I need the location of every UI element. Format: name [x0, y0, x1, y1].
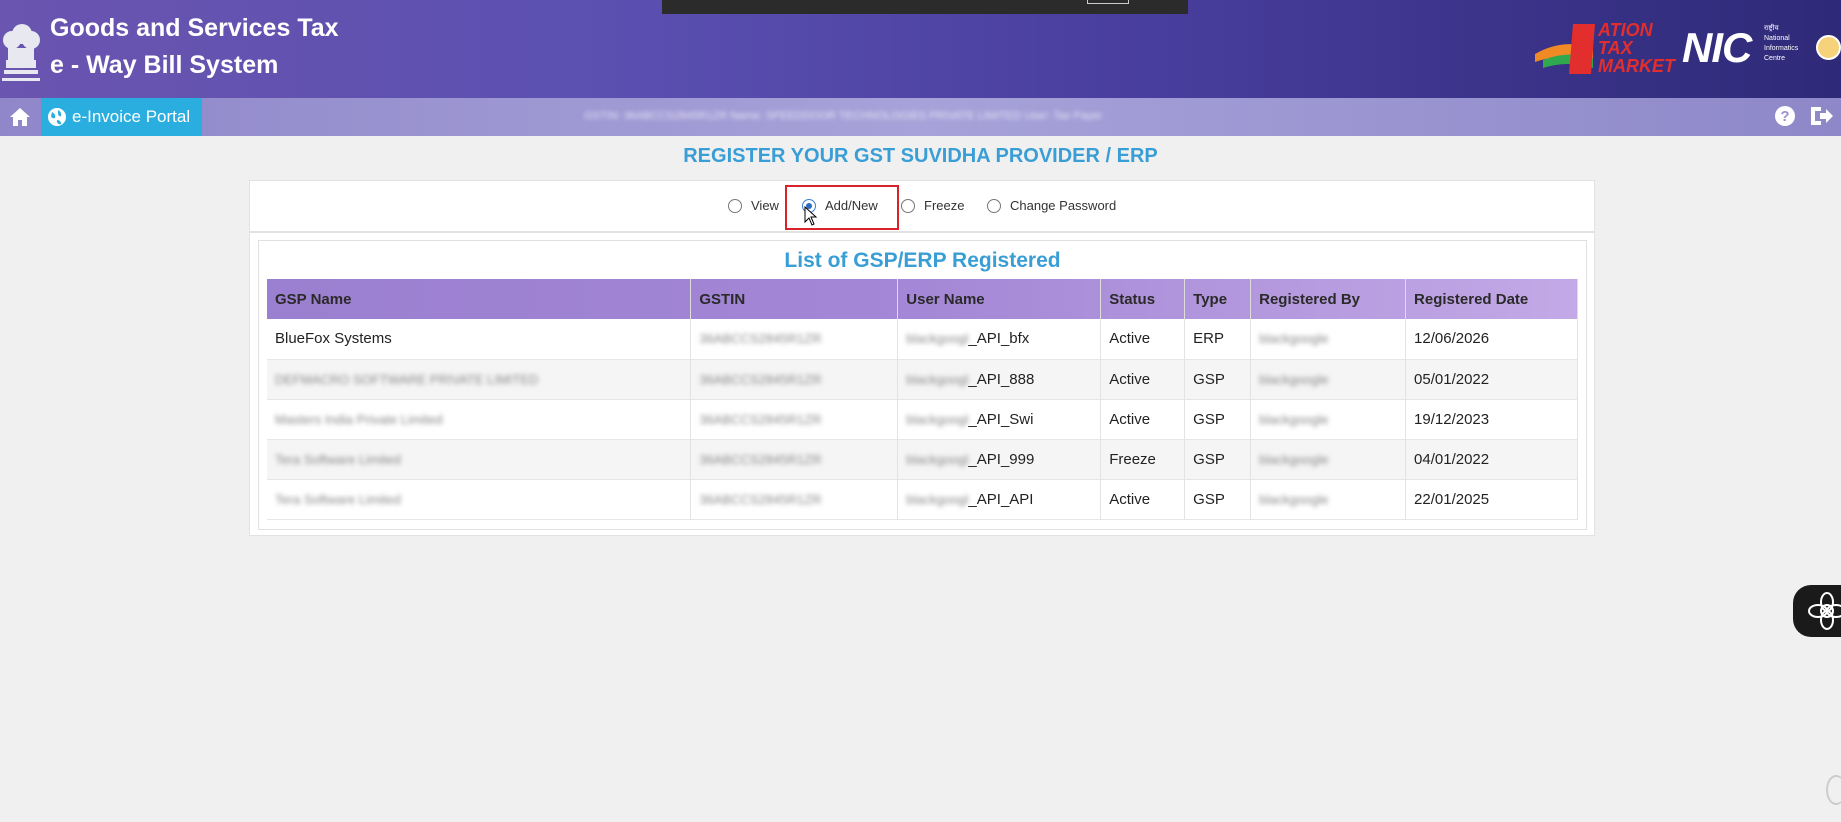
column-header[interactable]: Registered Date: [1405, 279, 1578, 319]
user-name-suffix: _API_Swi: [968, 410, 1034, 428]
table-row[interactable]: Tera Software Limited 36ABCCS2845R1ZR bl…: [267, 479, 1578, 520]
gstin-cell: 36ABCCS2845R1ZR: [690, 319, 899, 360]
registered-date-cell: 22/01/2025: [1405, 479, 1578, 520]
floating-assistant-button[interactable]: [1793, 585, 1841, 637]
status-cell: Active: [1100, 399, 1186, 440]
logout-icon[interactable]: [1808, 104, 1834, 128]
registered-by-cell: blackgoogle: [1250, 319, 1407, 360]
einvoice-portal-button[interactable]: e-Invoice Portal: [41, 98, 202, 136]
type-cell: GSP: [1184, 359, 1252, 400]
ntm-logo-text: ATION TAX MARKET: [1598, 20, 1675, 76]
gstin-cell: 36ABCCS2845R1ZR: [690, 439, 899, 480]
type-cell: GSP: [1184, 439, 1252, 480]
column-header[interactable]: Status: [1100, 279, 1186, 319]
user-name-prefix: blackgoogl: [906, 451, 969, 467]
help-icon[interactable]: ?: [1773, 104, 1797, 128]
user-name-cell: blackgoogl_API_bfx: [897, 319, 1102, 360]
corner-widget-edge: [1826, 775, 1841, 805]
registered-by-cell: blackgoogle: [1250, 399, 1407, 440]
user-name-prefix: blackgoogl: [906, 411, 969, 427]
user-name-suffix: _API_888: [968, 370, 1035, 388]
radio-change-password[interactable]: Change Password: [987, 198, 1116, 213]
navbar: e-Invoice Portal GSTIN: 36ABCCS2845R1ZR …: [0, 98, 1841, 136]
user-name-prefix: blackgoogl: [906, 371, 969, 387]
type-cell: ERP: [1184, 319, 1252, 360]
gsp-table: GSP Name GSTIN User Name Status Type Reg…: [267, 279, 1578, 520]
screen-recorder-bar: [662, 0, 1188, 14]
registered-by-cell: blackgoogle: [1250, 359, 1407, 400]
radio-view[interactable]: View: [728, 198, 779, 213]
table-header-row: GSP Name GSTIN User Name Status Type Reg…: [267, 279, 1578, 319]
gsp-name-cell: BlueFox Systems: [267, 319, 692, 360]
gstin-cell: 36ABCCS2845R1ZR: [690, 359, 899, 400]
gstin-cell: 36ABCCS2845R1ZR: [690, 399, 899, 440]
column-header[interactable]: GSP Name: [267, 279, 692, 319]
user-name-prefix: blackgoogl: [906, 491, 969, 507]
registered-date-cell: 05/01/2022: [1405, 359, 1578, 400]
portal-label: e-Invoice Portal: [72, 107, 191, 126]
gsp-name-cell: DEFMACRO SOFTWARE PRIVATE LIMITED: [267, 359, 692, 400]
flower-icon: [1808, 592, 1841, 630]
globe-icon: [48, 108, 66, 126]
radio-label: View: [751, 198, 779, 213]
radio-label: Freeze: [924, 198, 965, 213]
avatar[interactable]: [1816, 35, 1841, 60]
national-emblem-icon: [2, 24, 40, 81]
table-row[interactable]: Masters India Private Limited 36ABCCS284…: [267, 399, 1578, 440]
user-info: GSTIN: 36ABCCS2845R1ZR Name: SPEEDDOOR T…: [584, 110, 1103, 122]
page-title: REGISTER YOUR GST SUVIDHA PROVIDER / ERP: [683, 145, 1158, 167]
column-header[interactable]: GSTIN: [690, 279, 899, 319]
gstin-cell: 36ABCCS2845R1ZR: [690, 479, 899, 520]
gsp-name-cell: Tera Software Limited: [267, 479, 692, 520]
app-title-line1: Goods and Services Tax: [50, 14, 339, 42]
svg-text:?: ?: [1780, 108, 1789, 125]
user-name-cell: blackgoogl_API_API: [897, 479, 1102, 520]
user-name-cell: blackgoogl_API_Swi: [897, 399, 1102, 440]
registered-date-cell: 19/12/2023: [1405, 399, 1578, 440]
nic-logo: NIC: [1682, 24, 1752, 71]
highlight-box: [785, 185, 899, 230]
user-name-cell: blackgoogl_API_999: [897, 439, 1102, 480]
registered-by-cell: blackgoogle: [1250, 479, 1407, 520]
column-header[interactable]: Type: [1184, 279, 1252, 319]
user-name-suffix: _API_999: [968, 450, 1035, 468]
radio-label: Change Password: [1010, 198, 1117, 213]
radio-circle[interactable]: [987, 198, 1001, 213]
type-cell: GSP: [1184, 479, 1252, 520]
status-cell: Active: [1100, 479, 1186, 520]
gsp-name-cell: Tera Software Limited: [267, 439, 692, 480]
user-name-suffix: _API_bfx: [968, 330, 1030, 348]
nic-logo-caption: राष्ट्रीय National Informatics Centre: [1764, 25, 1799, 62]
registered-by-cell: blackgoogle: [1250, 439, 1407, 480]
app-title-line2: e - Way Bill System: [50, 51, 279, 79]
home-icon: [10, 108, 30, 126]
table-row[interactable]: BlueFox Systems 36ABCCS2845R1ZR blackgoo…: [267, 319, 1578, 360]
table-row[interactable]: Tera Software Limited 36ABCCS2845R1ZR bl…: [267, 439, 1578, 480]
status-cell: Freeze: [1100, 439, 1186, 480]
registered-date-cell: 04/01/2022: [1405, 439, 1578, 480]
radio-circle[interactable]: [728, 198, 742, 213]
gsp-name-cell: Masters India Private Limited: [267, 399, 692, 440]
user-name-prefix: blackgoogl: [906, 331, 969, 347]
registered-date-cell: 12/06/2026: [1405, 319, 1578, 360]
radio-circle[interactable]: [901, 198, 915, 213]
status-cell: Active: [1100, 319, 1186, 360]
column-header[interactable]: User Name: [897, 279, 1102, 319]
list-title: List of GSP/ERP Registered: [784, 249, 1061, 272]
type-cell: GSP: [1184, 399, 1252, 440]
app-header: Goods and Services Tax e - Way Bill Syst…: [0, 0, 1841, 98]
home-button[interactable]: [0, 98, 40, 136]
table-row[interactable]: DEFMACRO SOFTWARE PRIVATE LIMITED 36ABCC…: [267, 359, 1578, 400]
column-header[interactable]: Registered By: [1250, 279, 1407, 319]
status-cell: Active: [1100, 359, 1186, 400]
mouse-cursor-icon: [804, 206, 818, 226]
user-name-suffix: _API_API: [968, 490, 1034, 508]
user-name-cell: blackgoogl_API_888: [897, 359, 1102, 400]
radio-freeze[interactable]: Freeze: [901, 198, 964, 213]
